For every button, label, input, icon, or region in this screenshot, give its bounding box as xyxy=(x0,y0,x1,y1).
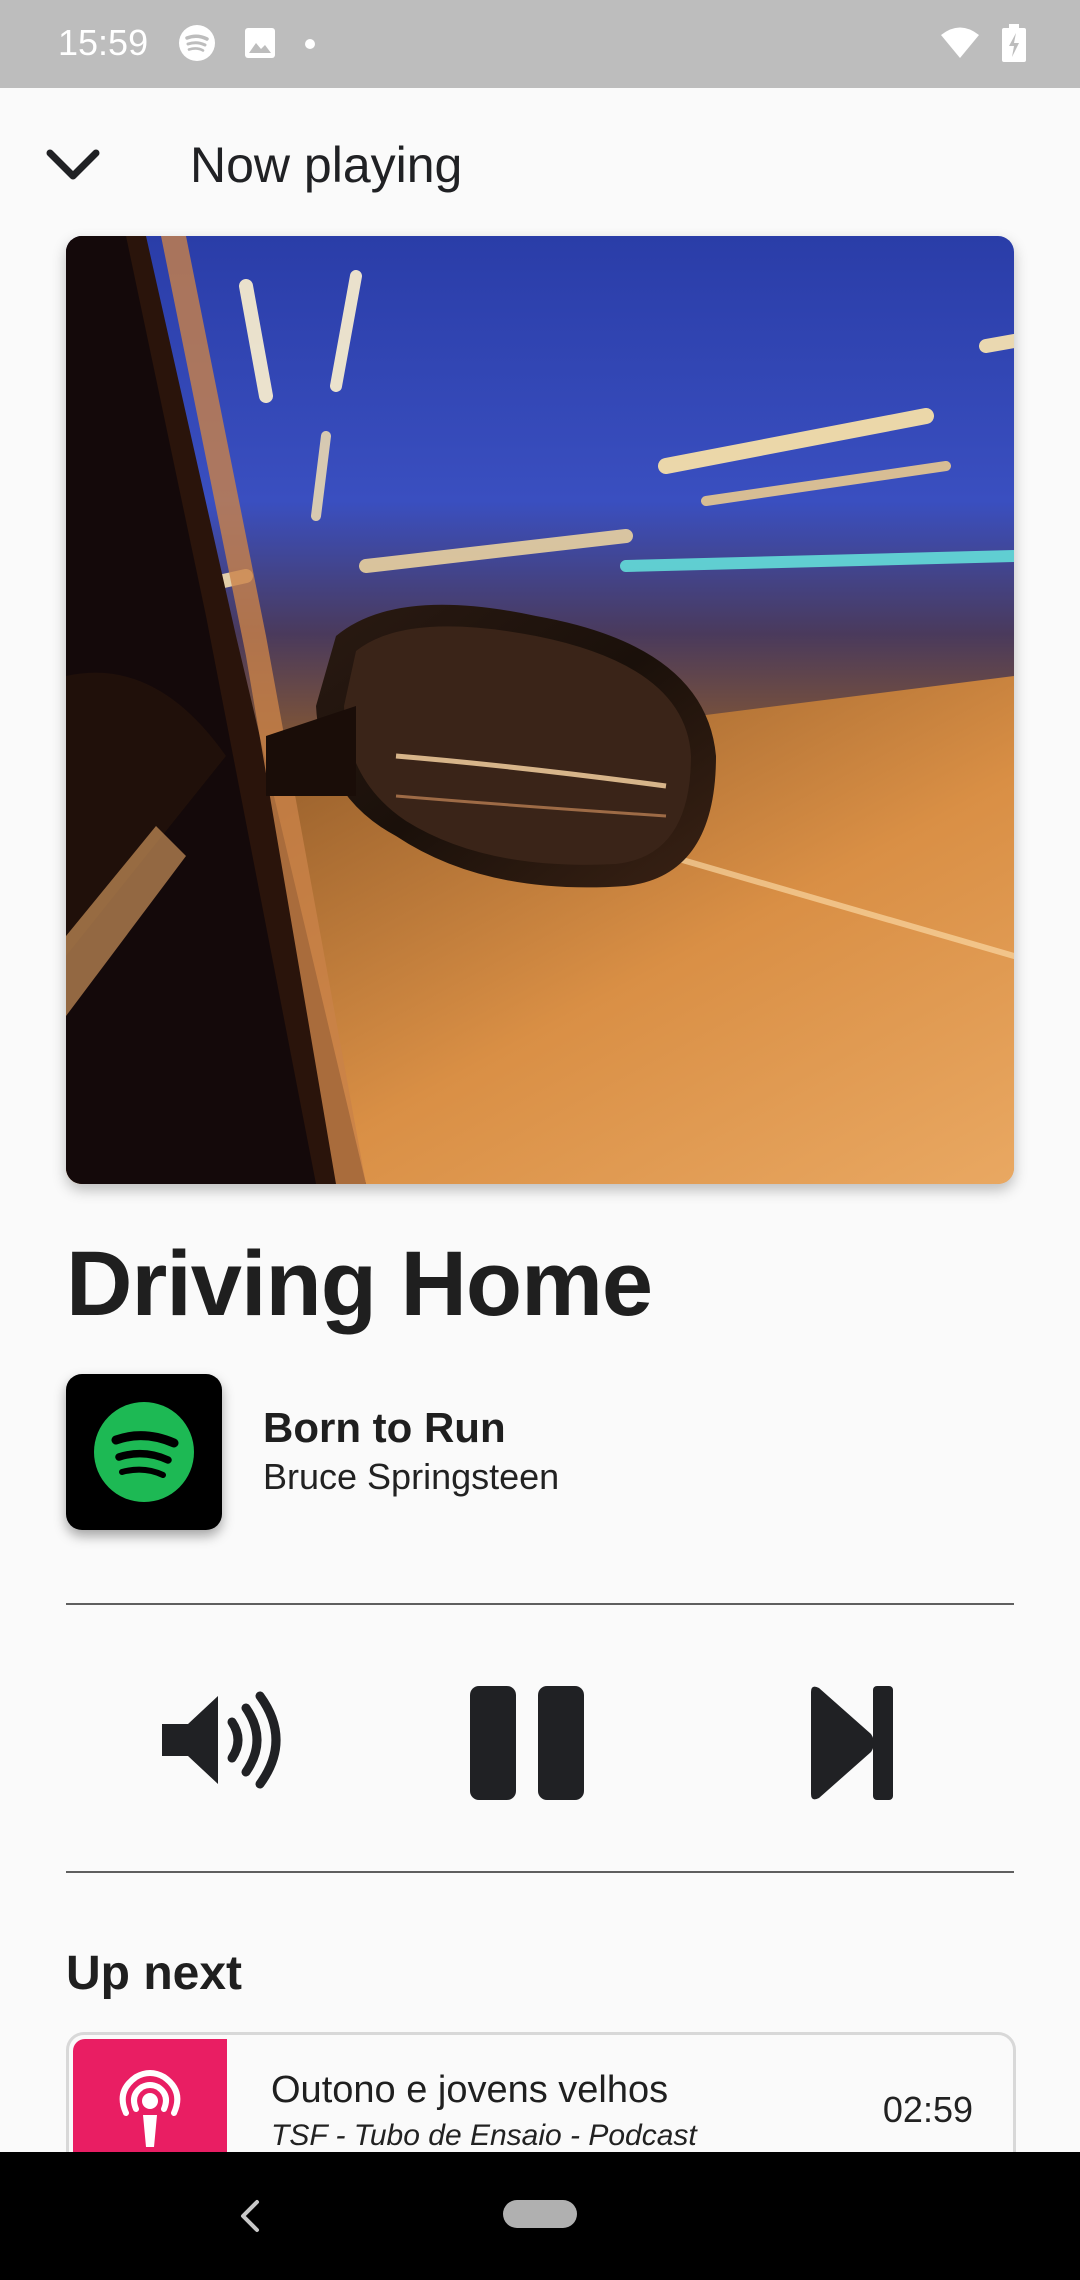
status-notification-icons xyxy=(178,24,316,67)
dot-icon xyxy=(304,37,316,55)
back-icon xyxy=(241,2200,259,2232)
spotify-icon xyxy=(178,24,216,67)
top-app-bar: Now playing xyxy=(0,88,1080,238)
queue-item-title: Outono e jovens velhos xyxy=(271,2069,669,2111)
status-bar: 15:59 xyxy=(0,0,1080,88)
home-pill[interactable] xyxy=(503,2200,577,2228)
image-icon xyxy=(244,27,276,64)
status-system-icons xyxy=(940,24,1026,67)
album-artwork xyxy=(66,236,1014,1184)
page-title: Now playing xyxy=(190,137,463,193)
queue-item-subtitle: TSF - Tubo de Ensaio - Podcast xyxy=(271,2119,697,2152)
back-button[interactable] xyxy=(224,2188,274,2244)
skip-next-button[interactable] xyxy=(795,1680,905,1806)
pause-button[interactable] xyxy=(460,1680,594,1806)
volume-icon xyxy=(162,1691,281,1789)
up-next-heading: Up next xyxy=(66,1947,243,2000)
album-name: Born to Run xyxy=(263,1404,506,1451)
artist-name: Bruce Springsteen xyxy=(263,1456,560,1497)
track-title: Driving Home xyxy=(66,1233,653,1335)
battery-charging-icon xyxy=(1002,24,1026,67)
skip-next-icon xyxy=(811,1686,893,1800)
collapse-button[interactable] xyxy=(36,128,110,202)
status-time: 15:59 xyxy=(58,22,149,63)
queue-item-duration: 02:59 xyxy=(882,2089,973,2130)
source-app-button[interactable] xyxy=(66,1374,222,1530)
volume-button[interactable] xyxy=(150,1680,290,1800)
spotify-icon xyxy=(94,1402,194,1502)
chevron-down-icon xyxy=(46,149,100,180)
podcast-icon xyxy=(119,2070,181,2147)
divider-top xyxy=(66,1603,1014,1605)
wifi-icon xyxy=(940,26,980,65)
divider-bottom xyxy=(66,1871,1014,1873)
system-nav-bar xyxy=(0,2152,1080,2280)
pause-icon xyxy=(470,1686,584,1800)
